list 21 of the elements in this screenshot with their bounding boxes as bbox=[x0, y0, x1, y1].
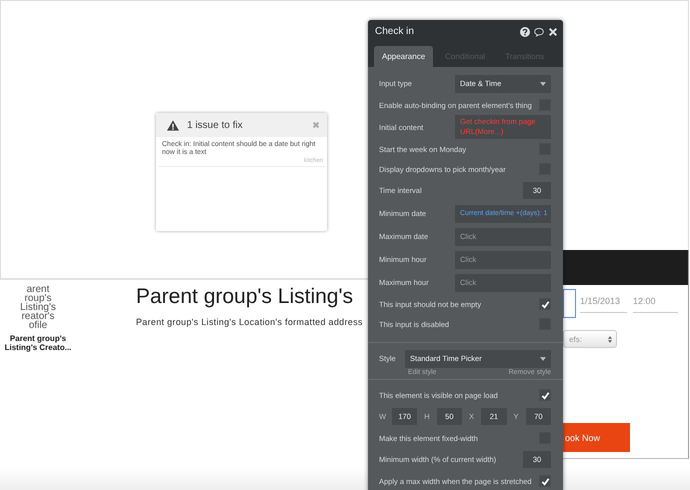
listing-address: Parent group's Listing's Location's formatted address bbox=[136, 317, 363, 327]
caret-icon bbox=[540, 82, 546, 86]
date-field[interactable]: 1/15/2013 bbox=[580, 296, 627, 313]
selection-handle[interactable] bbox=[563, 289, 576, 318]
checkbox[interactable] bbox=[539, 389, 551, 401]
dropdown[interactable]: efs: bbox=[563, 330, 617, 348]
checkbox[interactable] bbox=[539, 475, 551, 487]
panel-tab[interactable]: Appearance bbox=[374, 46, 434, 67]
listing-heading: Parent group's Listing's bbox=[136, 285, 353, 309]
panel-title: Check in bbox=[375, 26, 414, 37]
updown-icon bbox=[608, 336, 612, 342]
help-icon[interactable] bbox=[520, 26, 530, 36]
checkbox[interactable] bbox=[539, 298, 551, 310]
creator-name: Parent group's Listing's Creato... bbox=[4, 334, 72, 352]
book-button[interactable]: ook Now bbox=[563, 423, 630, 452]
caret-icon bbox=[540, 356, 546, 360]
warning-icon bbox=[167, 120, 179, 130]
time-field[interactable]: 12:00 bbox=[633, 296, 678, 313]
comment-icon[interactable] bbox=[534, 26, 544, 36]
profile-image-alt-text: arent roup's Listing's reator's ofile bbox=[19, 285, 57, 330]
issue-title: 1 issue to fix bbox=[187, 120, 244, 130]
